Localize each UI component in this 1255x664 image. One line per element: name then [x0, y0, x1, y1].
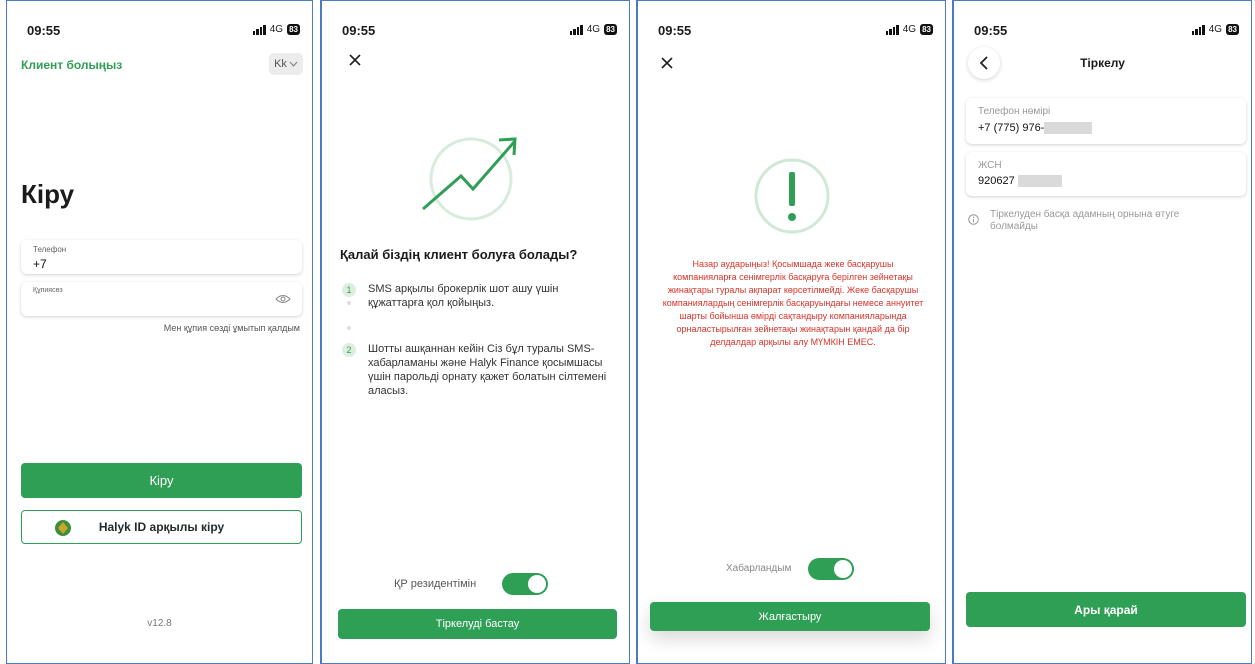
status-time: 09:55	[974, 23, 1008, 38]
close-icon[interactable]	[660, 56, 674, 70]
password-field[interactable]: Құпиясөз	[21, 282, 302, 316]
network-type: 4G	[586, 24, 601, 35]
network-type: 4G	[269, 24, 284, 35]
step-text: Шотты ашқаннан кейін Сіз бұл туралы SMS-…	[368, 343, 607, 397]
step-text: SMS арқылы брокерлік шот ашу үшін құжатт…	[368, 283, 559, 309]
step-number: 1	[342, 283, 356, 297]
step-number: 2	[342, 343, 356, 357]
eye-icon[interactable]	[275, 293, 291, 305]
chevron-down-icon	[289, 61, 298, 67]
app-version: v12.8	[147, 618, 172, 629]
phone-value: +7	[33, 257, 47, 271]
how-heading: Қалай біздің клиент болуға болады?	[340, 247, 578, 262]
status-time: 09:55	[658, 23, 692, 38]
phone-label: Телефон	[33, 245, 67, 254]
signal-icon	[885, 24, 899, 35]
battery-icon: 83	[287, 24, 300, 35]
battery-icon: 83	[920, 24, 933, 35]
language-value: Kk	[274, 58, 287, 70]
phone-field[interactable]: Телефон +7	[21, 240, 302, 274]
resident-toggle[interactable]	[502, 573, 548, 595]
status-bar: 09:55 4G 83	[322, 23, 629, 39]
next-button[interactable]: Ары қарай	[966, 592, 1246, 627]
forgot-password-link[interactable]: Мен құпия сөзді ұмытып қалдым	[164, 323, 300, 333]
network-type: 4G	[902, 24, 917, 35]
status-bar: 09:55 4G 83	[638, 23, 945, 39]
battery-icon: 83	[604, 24, 617, 35]
screen-registration: 09:55 4G 83 Тіркелу Телефон нөмірі +7 (7…	[952, 0, 1252, 664]
growth-chart-icon	[422, 137, 517, 221]
resident-label: ҚР резидентімін	[394, 578, 477, 590]
page-title: Кіру	[21, 179, 75, 209]
iin-field[interactable]: ЖСН 920627	[966, 152, 1246, 196]
signal-icon	[252, 24, 266, 35]
close-icon[interactable]	[348, 53, 362, 67]
informed-label: Хабарландым	[726, 563, 792, 574]
phone-number-label: Телефон нөмірі	[978, 106, 1051, 117]
start-registration-button[interactable]: Тіркелуді бастау	[338, 609, 617, 639]
step-divider	[347, 301, 351, 305]
network-type: 4G	[1208, 24, 1223, 35]
signal-icon	[1191, 24, 1205, 35]
become-client-link[interactable]: Клиент болыңыз	[21, 58, 122, 72]
signal-icon	[569, 24, 583, 35]
masked-digits	[1044, 122, 1093, 135]
info-icon	[968, 214, 979, 225]
status-bar: 09:55 4G 83	[954, 23, 1251, 39]
password-label: Құпиясөз	[33, 287, 63, 294]
iin-label: ЖСН	[978, 160, 1002, 171]
screen-login: 09:55 4G 83 Клиент болыңыз Kk Кіру Телеф…	[6, 0, 313, 664]
language-selector[interactable]: Kk	[269, 53, 303, 75]
login-button[interactable]: Кіру	[21, 463, 302, 498]
registration-note: Тіркелуден басқа адамның орнына өтуге бо…	[990, 209, 1180, 232]
masked-digits	[1017, 175, 1062, 188]
iin-value: 920627	[978, 175, 1062, 188]
screen-warning: 09:55 4G 83 Назар аударыңыз! Қосымшада ж…	[636, 0, 946, 664]
step-divider	[347, 326, 351, 330]
status-bar: 09:55 4G 83	[7, 23, 312, 39]
page-title: Тіркелу	[1080, 56, 1125, 70]
continue-button[interactable]: Жалғастыру	[650, 602, 930, 631]
informed-toggle[interactable]	[808, 558, 854, 580]
phone-number-field[interactable]: Телефон нөмірі +7 (775) 976-	[966, 98, 1246, 144]
halyk-logo-icon	[55, 520, 71, 536]
exclamation-icon	[754, 158, 830, 234]
halyk-id-label: Halyk ID арқылы кіру	[98, 520, 225, 534]
warning-text: Назар аударыңыз! Қосымшада жеке басқаруш…	[662, 259, 924, 347]
battery-icon: 83	[1226, 24, 1239, 35]
screen-how-to-become-client: 09:55 4G 83 Қалай біздің клиент болуға б…	[320, 0, 630, 664]
status-time: 09:55	[27, 23, 61, 38]
status-time: 09:55	[342, 23, 376, 38]
phone-number-value: +7 (775) 976-	[978, 122, 1093, 135]
halyk-id-button[interactable]: Halyk ID арқылы кіру	[21, 510, 302, 544]
